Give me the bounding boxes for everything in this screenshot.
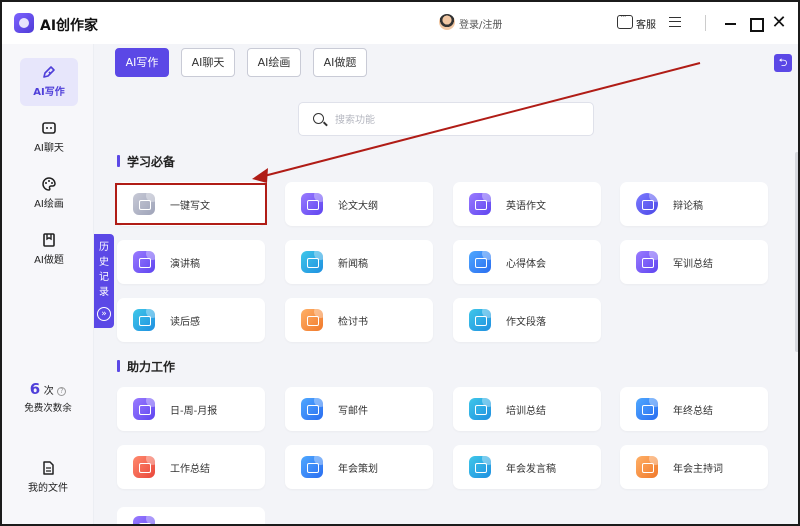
app-window: AI创作家 登录/注册 客服 ✕ AI写作 AI聊天 <box>0 0 800 526</box>
annotation-arrow <box>252 62 701 183</box>
